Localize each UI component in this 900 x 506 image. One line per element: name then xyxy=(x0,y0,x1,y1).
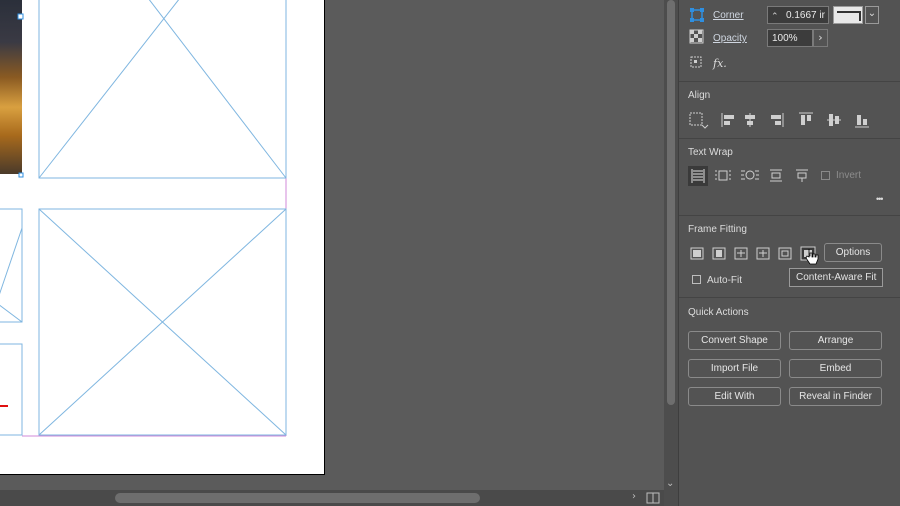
document-page[interactable] xyxy=(0,0,325,475)
frame-guides xyxy=(0,0,287,437)
wrap-bounding-box-icon[interactable] xyxy=(715,170,731,181)
scrollbar-thumb[interactable] xyxy=(667,0,675,405)
image-frame-placeholder-bottom[interactable] xyxy=(38,208,287,436)
vertical-scrollbar[interactable]: ⌄ xyxy=(664,0,678,506)
divider xyxy=(679,81,900,82)
options-button[interactable]: Options xyxy=(824,243,882,262)
drop-shadow-icon[interactable] xyxy=(688,54,706,72)
frame-fitting-buttons xyxy=(690,246,816,261)
fit-frame-to-content-icon[interactable] xyxy=(734,247,748,260)
invert-checkbox[interactable] xyxy=(821,171,830,180)
horizontal-scrollbar[interactable]: › xyxy=(0,490,664,506)
fx-icon[interactable]: fx. xyxy=(713,57,727,70)
opacity-link[interactable]: Opacity xyxy=(713,33,747,44)
more-options-icon[interactable]: ••• xyxy=(876,194,884,204)
opacity-checker-icon xyxy=(689,29,704,44)
align-center-icon[interactable] xyxy=(745,113,755,127)
reveal-in-finder-button[interactable]: Reveal in Finder xyxy=(789,387,882,406)
fill-frame-proportionally-icon[interactable] xyxy=(690,247,704,260)
no-text-wrap-icon[interactable] xyxy=(688,166,708,186)
auto-fit-label: Auto-Fit xyxy=(707,275,743,286)
import-file-button[interactable]: Import File xyxy=(688,359,781,378)
text-wrap-buttons xyxy=(688,166,808,186)
jump-object-icon[interactable] xyxy=(770,169,782,182)
auto-fit-checkbox[interactable] xyxy=(692,275,701,284)
corner-size-value: 0.1667 ir xyxy=(786,10,825,21)
align-buttons xyxy=(689,112,869,129)
stepper-icon[interactable]: ⌃ xyxy=(771,7,779,25)
align-top-icon[interactable] xyxy=(799,112,813,125)
frame-fitting-title: Frame Fitting xyxy=(688,224,747,235)
scroll-right-icon[interactable]: › xyxy=(632,491,636,502)
invert-label: Invert xyxy=(836,170,862,181)
image-frame-placeholder-top[interactable] xyxy=(38,0,287,179)
jump-to-next-column-icon[interactable] xyxy=(796,169,808,182)
document-canvas[interactable]: › xyxy=(0,0,664,506)
align-bottom-icon[interactable] xyxy=(855,115,869,128)
corner-shape-dropdown-icon[interactable]: ⌄ xyxy=(865,6,879,24)
content-aware-fit-tooltip: Content-Aware Fit xyxy=(789,268,884,287)
convert-shape-button[interactable]: Convert Shape xyxy=(688,331,781,350)
center-content-icon[interactable] xyxy=(778,247,792,260)
align-middle-icon[interactable] xyxy=(827,114,841,126)
divider xyxy=(679,297,900,298)
corner-shape-swatch[interactable] xyxy=(833,6,863,24)
fit-content-to-frame-icon[interactable] xyxy=(756,247,770,260)
align-to-selection-icon[interactable] xyxy=(689,112,709,129)
selection-handle[interactable] xyxy=(17,13,24,20)
align-title: Align xyxy=(688,90,711,101)
divider xyxy=(679,138,900,139)
hand-cursor-icon xyxy=(805,249,819,265)
corner-options-icon[interactable] xyxy=(688,6,706,24)
wrap-object-shape-icon[interactable] xyxy=(741,170,759,180)
text-wrap-title: Text Wrap xyxy=(688,147,733,158)
arrange-button[interactable]: Arrange xyxy=(789,331,882,350)
split-view-icon[interactable] xyxy=(646,492,660,504)
image-frame-placeholder-left[interactable] xyxy=(0,208,23,436)
scrollbar-thumb[interactable] xyxy=(115,493,480,503)
corner-size-field[interactable]: ⌃ 0.1667 ir xyxy=(767,6,829,24)
selection-handle[interactable] xyxy=(18,172,24,178)
opacity-field[interactable]: 100% xyxy=(767,29,813,47)
edit-with-button[interactable]: Edit With xyxy=(688,387,781,406)
align-right-icon[interactable] xyxy=(771,113,784,127)
scroll-down-icon[interactable]: ⌄ xyxy=(666,478,674,489)
corner-link[interactable]: Corner xyxy=(713,10,744,21)
opacity-arrow-icon[interactable]: › xyxy=(813,29,828,47)
fit-content-proportionally-icon[interactable] xyxy=(712,247,726,260)
embed-button[interactable]: Embed xyxy=(789,359,882,378)
align-left-icon[interactable] xyxy=(721,113,734,127)
divider xyxy=(679,215,900,216)
quick-actions-title: Quick Actions xyxy=(688,307,749,318)
properties-panel: Corner ⌃ 0.1667 ir ⌄ Opacity 100% › fx. … xyxy=(678,0,900,506)
